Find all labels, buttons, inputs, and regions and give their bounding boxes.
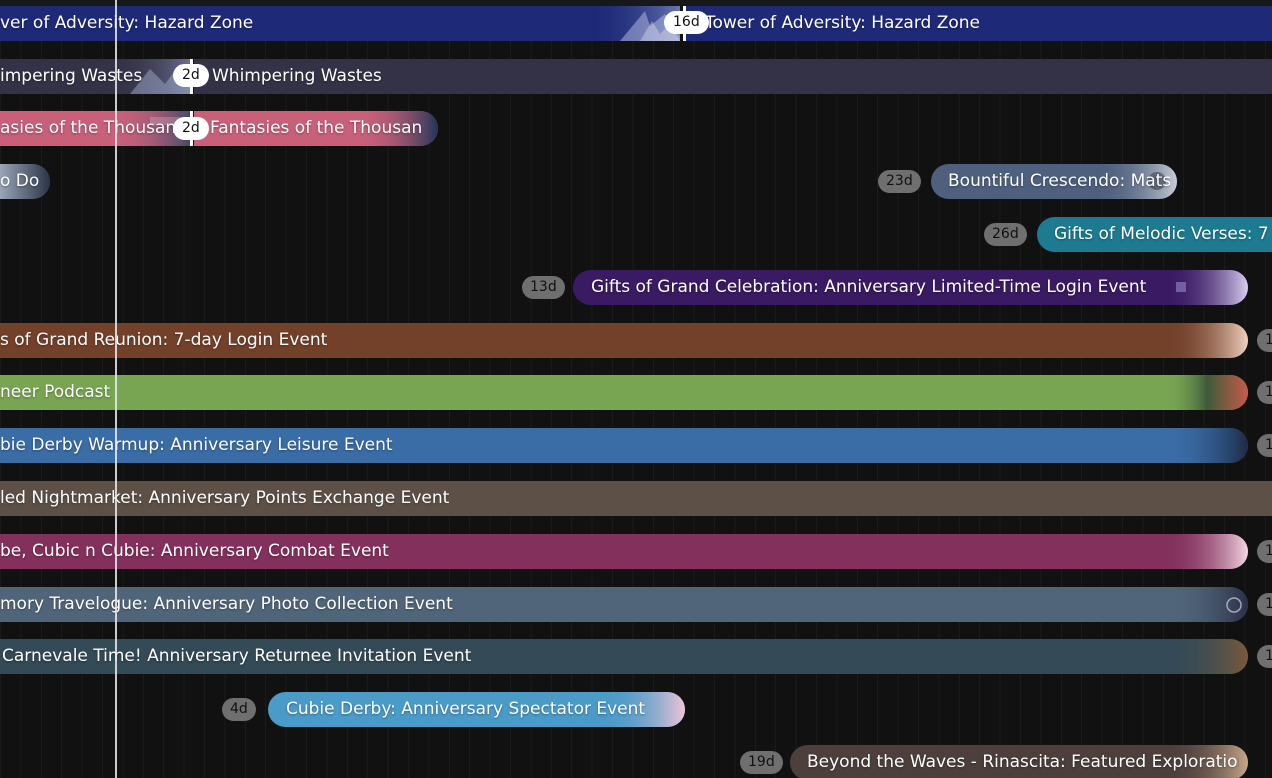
event-duration-badge: 19d xyxy=(740,751,783,774)
event-bar-pioneer-podcast[interactable] xyxy=(0,375,1248,410)
event-label-whimpering-wastes: Whimpering Wastes xyxy=(212,66,382,86)
current-time-indicator xyxy=(115,0,117,778)
event-label-beyond-the-waves: Beyond the Waves - Rinascita: Featured E… xyxy=(807,752,1239,772)
event-duration-badge: 1 xyxy=(1257,329,1272,352)
event-label-gifts-of-melodic-verses: Gifts of Melodic Verses: 7 xyxy=(1054,224,1269,244)
event-duration-badge: 1 xyxy=(1257,593,1272,616)
event-label-fantasies: Fantasies of the Thousan xyxy=(210,118,423,138)
event-label-nightmarket: led Nightmarket: Anniversary Points Exch… xyxy=(0,488,450,508)
event-duration-badge: 2d xyxy=(173,117,209,140)
event-duration-badge: 1 xyxy=(1257,540,1272,563)
event-label-gifts-of-grand-celebration: Gifts of Grand Celebration: Anniversary … xyxy=(591,277,1147,297)
event-label-fantasies-prev: asies of the Thousan xyxy=(0,118,177,138)
event-label-cubie-derby-spectator: Cubie Derby: Anniversary Spectator Event xyxy=(286,699,646,719)
event-duration-badge: 16d xyxy=(664,11,709,34)
event-duration-badge: 1 xyxy=(1257,645,1272,668)
event-label-grand-reunion: s of Grand Reunion: 7-day Login Event xyxy=(0,330,328,350)
event-duration-badge: 1 xyxy=(1257,434,1272,457)
event-label-bountiful-crescendo-prev: o Do xyxy=(0,171,40,191)
event-label-bountiful-crescendo: Bountiful Crescendo: Mats xyxy=(948,171,1170,191)
event-label-whimpering-wastes-prev: impering Wastes xyxy=(0,66,143,86)
event-label-carnevale-time: Carnevale Time! Anniversary Returnee Inv… xyxy=(2,646,472,666)
event-label-tower-of-adversity: Tower of Adversity: Hazard Zone xyxy=(705,13,980,33)
event-label-cubic-n-cubie: be, Cubic n Cubie: Anniversary Combat Ev… xyxy=(0,541,389,561)
event-duration-badge: 1 xyxy=(1257,381,1272,404)
event-label-memory-travelogue: mory Travelogue: Anniversary Photo Colle… xyxy=(0,594,453,614)
event-duration-badge: 13d xyxy=(522,276,565,299)
event-duration-badge: 2d xyxy=(173,64,209,87)
event-duration-badge: 4d xyxy=(222,698,256,721)
event-label-pioneer-podcast: neer Podcast xyxy=(0,382,111,402)
event-duration-badge: 26d xyxy=(984,223,1027,246)
event-timeline: ver of Adversity: Hazard Zone Tower of A… xyxy=(0,0,1272,778)
event-duration-badge: 23d xyxy=(878,170,921,193)
event-label-cubie-derby-warmup: bie Derby Warmup: Anniversary Leisure Ev… xyxy=(0,435,393,455)
event-label-tower-of-adversity-prev: ver of Adversity: Hazard Zone xyxy=(0,13,254,33)
